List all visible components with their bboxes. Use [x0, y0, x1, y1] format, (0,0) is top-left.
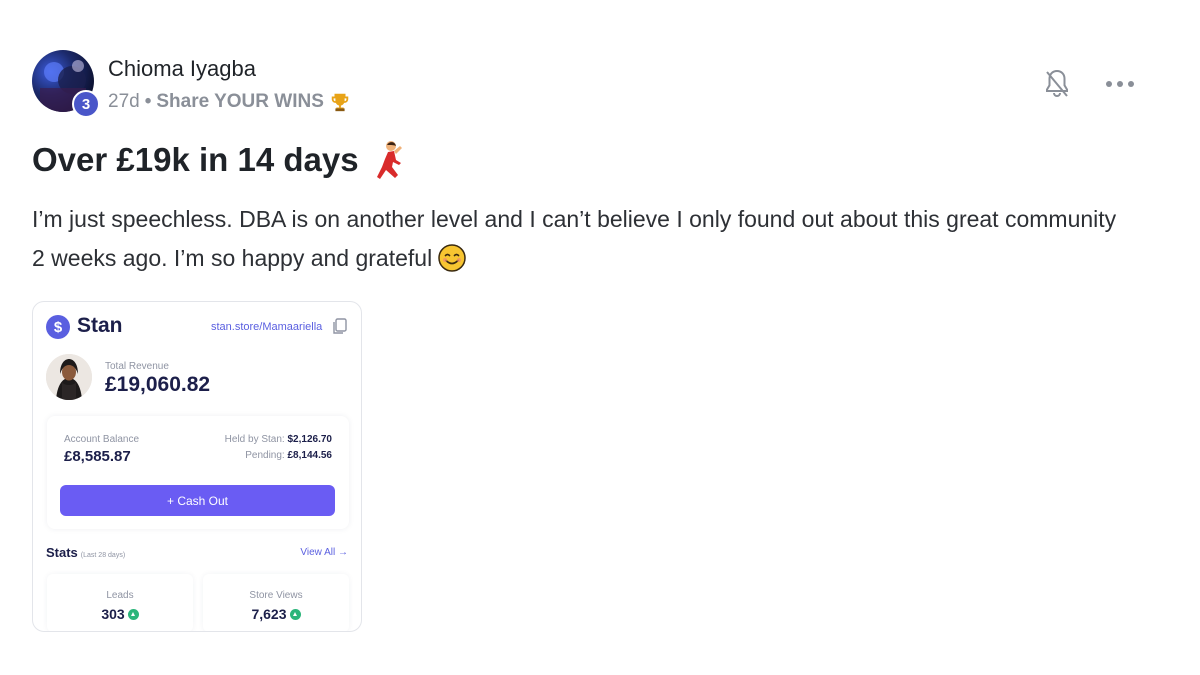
balance-panel: Account Balance £8,585.87 Held by Stan: … [47, 416, 349, 529]
dancer-icon [376, 141, 402, 179]
held-value: $2,126.70 [287, 434, 333, 445]
stats-period: (Last 28 days) [80, 552, 126, 559]
stats-heading: Stats (Last 28 days) [46, 545, 125, 560]
store-views-value-row: 7,623 [203, 606, 349, 622]
smiling-face-icon [438, 244, 466, 272]
leads-value: 303 [101, 606, 125, 622]
total-revenue-label: Total Revenue [105, 361, 169, 372]
trend-up-icon [127, 609, 139, 620]
trend-up-icon [289, 609, 301, 620]
bell-off-icon[interactable] [1043, 68, 1071, 100]
stat-leads: Leads 303 [47, 574, 193, 631]
store-views-label: Store Views [249, 590, 303, 601]
post-title-row: Over £19k in 14 days [32, 140, 405, 180]
held-by-stan-row: Held by Stan: $2,126.70 [225, 434, 332, 445]
pending-label: Pending: [245, 450, 285, 461]
pending-row: Pending: £8,144.56 [245, 450, 332, 461]
author-avatar-wrap[interactable]: 3 [32, 50, 100, 118]
post-body-text: I’m just speechless. DBA is on another l… [32, 206, 1117, 271]
post-image-stan-card[interactable]: $ Stan stan.store/Mamaariella Total Reve… [32, 301, 362, 632]
copy-icon [333, 318, 347, 334]
leads-label: Leads [106, 590, 134, 601]
post-time[interactable]: 27d [108, 91, 140, 113]
store-url: stan.store/Mamaariella [211, 321, 323, 333]
post-category[interactable]: Share YOUR WINS [156, 91, 324, 113]
trophy-icon [331, 93, 349, 112]
held-label: Held by Stan: [224, 434, 285, 445]
view-all-link[interactable]: View All → [300, 547, 348, 558]
account-balance-value: £8,585.87 [64, 448, 131, 465]
level-badge: 3 [72, 90, 100, 118]
total-revenue-value: £19,060.82 [105, 373, 211, 396]
cash-out-button[interactable]: + Cash Out [60, 485, 335, 516]
author-name[interactable]: Chioma Iyagba [108, 56, 256, 82]
stan-brand-name: Stan [77, 314, 123, 337]
leads-value-row: 303 [47, 606, 193, 622]
post-meta: 27d • Share YOUR WINS [108, 91, 351, 113]
stan-logo-icon: $ [46, 315, 70, 339]
post-body: I’m just speechless. DBA is on another l… [32, 200, 1132, 278]
stat-store-views: Store Views 7,623 [203, 574, 349, 631]
store-views-value: 7,623 [251, 606, 287, 622]
post-title: Over £19k in 14 days [32, 141, 359, 178]
more-options-icon[interactable] [1105, 76, 1135, 92]
account-balance-label: Account Balance [64, 434, 140, 445]
meta-separator: • [144, 91, 152, 112]
creator-avatar [46, 354, 92, 400]
pending-value: £8,144.56 [287, 450, 333, 461]
stats-title: Stats [46, 545, 78, 560]
